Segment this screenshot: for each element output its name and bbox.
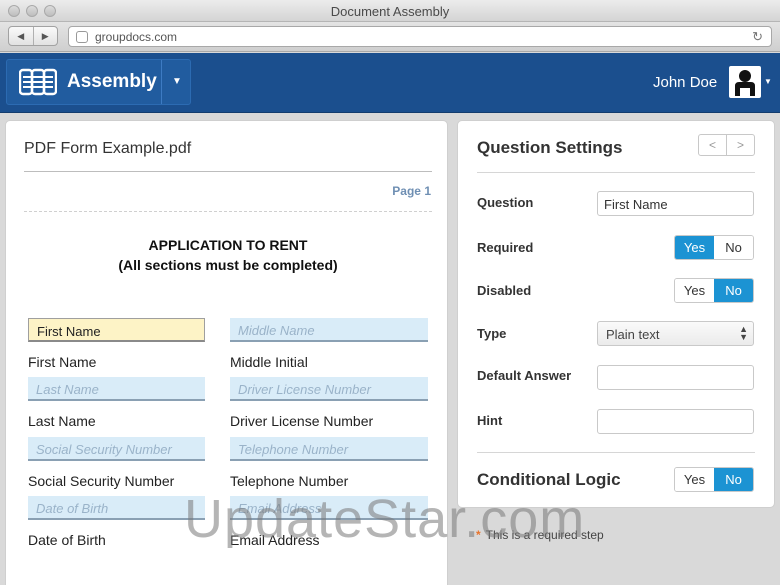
assembly-logo-icon: [18, 67, 58, 97]
window-title: Document Assembly: [330, 4, 450, 19]
type-label: Type: [477, 326, 507, 341]
page-label: Page 1: [392, 184, 431, 198]
hint-input[interactable]: [597, 409, 754, 434]
driver-license-field[interactable]: Driver License Number: [230, 377, 428, 401]
question-settings-panel: Question Settings < > Question First Nam…: [457, 120, 775, 508]
required-label: Required: [477, 240, 534, 255]
back-button[interactable]: ◀: [9, 27, 33, 45]
ssn-field[interactable]: Social Security Number: [28, 437, 205, 461]
form-subheading: (All sections must be completed): [118, 257, 338, 273]
required-no-button[interactable]: No: [714, 236, 753, 259]
middle-initial-label: Middle Initial: [230, 354, 308, 370]
telephone-label: Telephone Number: [230, 473, 349, 489]
disabled-toggle: Yes No: [674, 278, 754, 303]
hint-label: Hint: [477, 413, 503, 428]
history-nav: ◀ ▶: [8, 26, 58, 46]
default-answer-input[interactable]: [597, 365, 754, 390]
window-titlebar: Document Assembly: [0, 0, 780, 22]
reload-icon[interactable]: ↻: [752, 29, 763, 45]
type-select[interactable]: Plain text ▲ ▼: [597, 321, 754, 346]
telephone-field[interactable]: Telephone Number: [230, 437, 428, 461]
disabled-yes-button[interactable]: Yes: [675, 279, 714, 302]
divider: [477, 452, 755, 453]
brand-menu[interactable]: Assembly ▼: [6, 59, 191, 105]
ssn-label: Social Security Number: [28, 473, 175, 489]
date-of-birth-field[interactable]: Date of Birth: [28, 496, 205, 520]
required-yes-button[interactable]: Yes: [675, 236, 714, 259]
user-name[interactable]: John Doe: [653, 74, 717, 91]
site-icon: [76, 31, 88, 43]
disabled-no-button[interactable]: No: [714, 279, 753, 302]
last-name-label: Last Name: [28, 413, 96, 429]
first-name-field[interactable]: First Name: [28, 318, 205, 342]
disabled-label: Disabled: [477, 283, 532, 298]
conditional-logic-toggle: Yes No: [674, 467, 754, 492]
forward-button[interactable]: ▶: [32, 27, 58, 45]
settings-title: Question Settings: [477, 138, 623, 157]
default-answer-label: Default Answer: [477, 368, 572, 383]
user-menu-caret-icon[interactable]: ▼: [764, 77, 772, 86]
step-pager: < >: [698, 134, 755, 156]
date-of-birth-label: Date of Birth: [28, 532, 106, 548]
driver-license-label: Driver License Number: [230, 413, 374, 429]
form-heading: APPLICATION TO RENT: [148, 237, 308, 253]
user-silhouette-icon: [735, 70, 755, 96]
middle-name-field[interactable]: Middle Name: [230, 318, 428, 342]
divider: [477, 172, 755, 173]
next-step-button[interactable]: >: [726, 135, 754, 155]
watermark: UpdateStar.com: [184, 489, 586, 549]
select-arrows-icon: ▲ ▼: [739, 324, 748, 342]
conditional-no-button[interactable]: No: [714, 468, 753, 491]
conditional-logic-label: Conditional Logic: [477, 470, 621, 489]
divider: [24, 171, 432, 172]
first-name-label: First Name: [28, 354, 97, 370]
url-text: groupdocs.com: [95, 30, 178, 44]
required-toggle: Yes No: [674, 235, 754, 260]
document-title: PDF Form Example.pdf: [24, 140, 192, 157]
address-bar[interactable]: groupdocs.com ↻: [68, 26, 772, 47]
previous-step-button[interactable]: <: [699, 135, 726, 155]
conditional-yes-button[interactable]: Yes: [675, 468, 714, 491]
type-select-value: Plain text: [606, 327, 660, 342]
brand-name: Assembly: [67, 71, 157, 92]
question-input[interactable]: First Name: [597, 191, 754, 216]
page-divider: [24, 211, 432, 212]
browser-toolbar: ◀ ▶ groupdocs.com ↻: [0, 22, 780, 52]
brand-dropdown-caret-icon[interactable]: ▼: [161, 60, 192, 104]
app-header: Assembly ▼ John Doe: [0, 53, 780, 113]
user-avatar[interactable]: [729, 66, 761, 98]
last-name-field[interactable]: Last Name: [28, 377, 205, 401]
question-label: Question: [477, 195, 534, 210]
